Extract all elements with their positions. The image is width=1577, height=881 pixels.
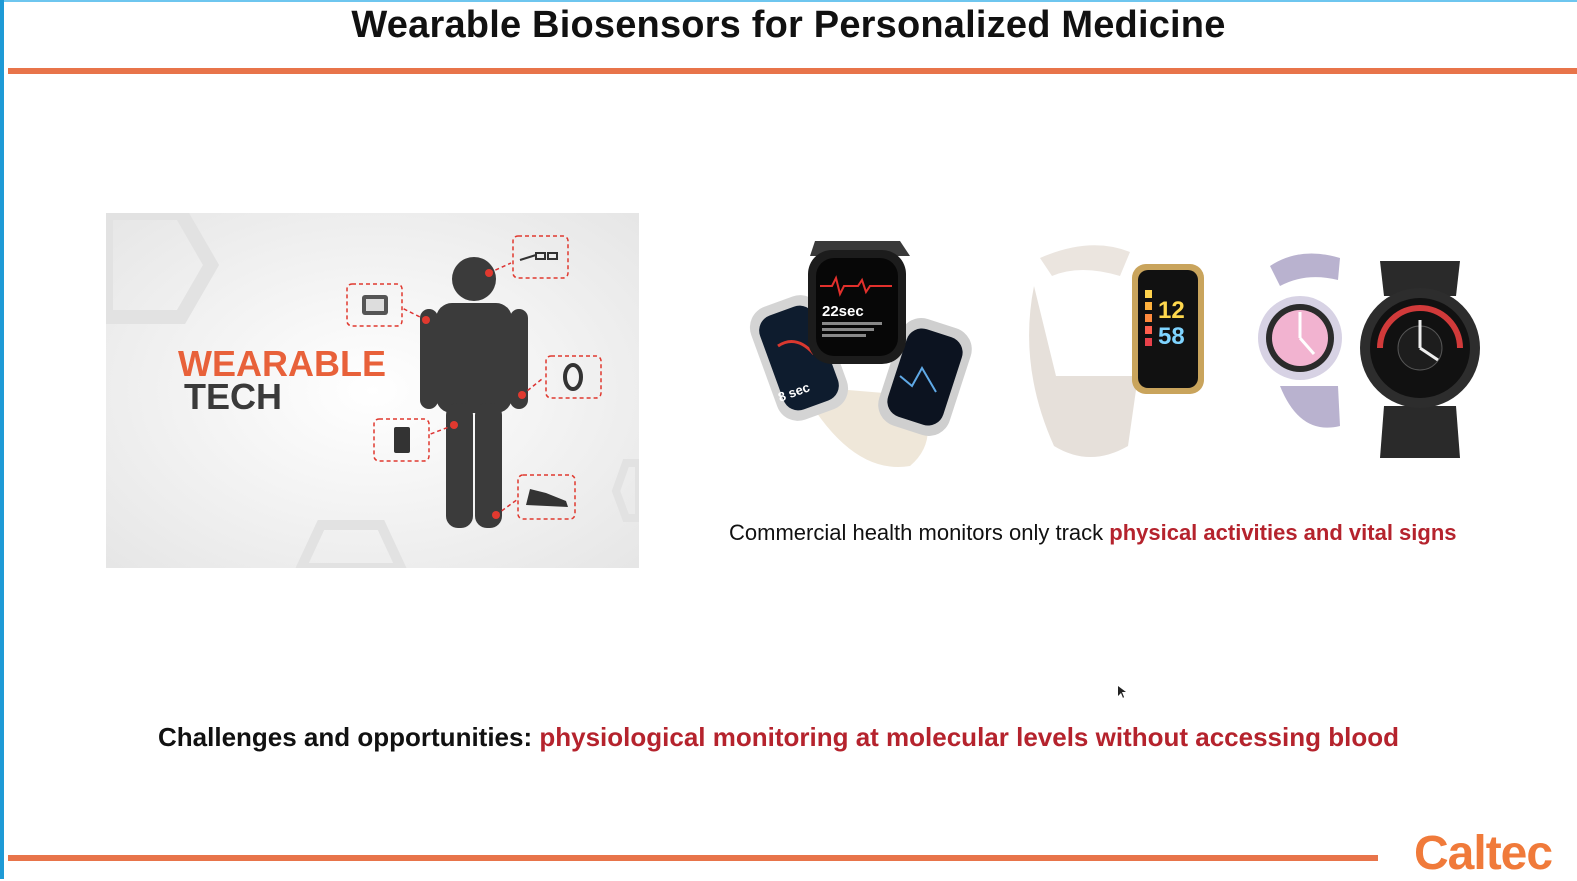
galaxy-watch-group <box>1258 253 1480 458</box>
apple-main-time: 22sec <box>822 303 864 320</box>
fitbit-top-number: 12 <box>1158 297 1185 324</box>
challenges-statement: Challenges and opportunities: physiologi… <box>158 722 1399 753</box>
caption-highlight: physical activities and vital signs <box>1109 520 1457 545</box>
mouse-cursor-icon <box>1118 686 1126 698</box>
phone-icon <box>394 427 410 453</box>
window-left-border <box>0 0 4 879</box>
footer-divider <box>8 855 1378 861</box>
fitbit-charge-group: 12 58 <box>1029 245 1204 457</box>
commercial-watches-image: 8 sec 22sec 12 58 <box>749 241 1480 467</box>
title-divider <box>8 68 1577 74</box>
challenge-highlight: physiological monitoring at molecular le… <box>539 722 1399 752</box>
slide-title: Wearable Biosensors for Personalized Med… <box>351 4 1226 46</box>
apple-watch-group: 8 sec 22sec <box>749 241 972 467</box>
tech-label: TECH <box>184 376 282 417</box>
caltech-logo: Caltec <box>1414 827 1553 880</box>
window-top-border <box>0 0 1577 2</box>
caption-prefix: Commercial health monitors only track <box>729 520 1110 545</box>
fitbit-bottom-number: 58 <box>1158 323 1185 350</box>
commercial-monitors-caption: Commercial health monitors only track ph… <box>729 520 1457 546</box>
wearable-tech-illustration: WEARABLE TECH <box>106 213 639 568</box>
challenge-prefix: Challenges and opportunities: <box>158 722 540 752</box>
smartwatch-icon <box>362 295 388 315</box>
